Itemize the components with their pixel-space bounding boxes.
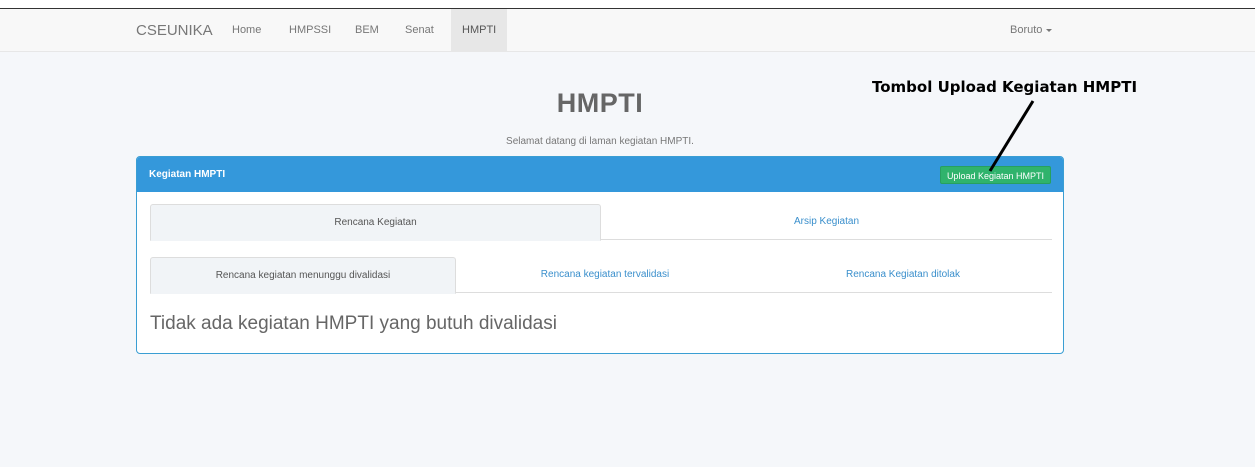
nav-item-home[interactable]: Home	[225, 9, 268, 52]
empty-state-message: Tidak ada kegiatan HMPTI yang butuh diva…	[150, 313, 557, 334]
tab-rencana-kegiatan[interactable]: Rencana Kegiatan	[150, 204, 601, 241]
tab-ditolak[interactable]: Rencana Kegiatan ditolak	[754, 257, 1052, 293]
tab-menunggu-divalidasi[interactable]: Rencana kegiatan menunggu divalidasi	[150, 257, 456, 294]
nav-item-hmpssi[interactable]: HMPSSI	[282, 9, 338, 52]
page-subtitle: Selamat datang di laman kegiatan HMPTI.	[506, 136, 694, 147]
nav-item-hmpti[interactable]: HMPTI	[451, 9, 508, 52]
navbar: CSEUNIKA Home HMPSSI BEM Senat HMPTI Bor…	[0, 9, 1255, 52]
panel-title: Kegiatan HMPTI	[149, 169, 226, 180]
kegiatan-panel: Kegiatan HMPTI Upload Kegiatan HMPTI Ren…	[136, 156, 1064, 354]
brand-link[interactable]: CSEUNIKA	[136, 9, 213, 52]
panel-heading: Kegiatan HMPTI Upload Kegiatan HMPTI	[137, 157, 1063, 192]
nav-item-senat[interactable]: Senat	[398, 9, 441, 52]
tab-arsip-kegiatan[interactable]: Arsip Kegiatan	[601, 204, 1052, 240]
user-menu-dropdown[interactable]: Boruto	[1010, 9, 1053, 52]
caret-down-icon	[1046, 28, 1053, 32]
sub-tabs: Rencana kegiatan menunggu divalidasi Ren…	[150, 257, 1052, 294]
main-tabs: Rencana Kegiatan Arsip Kegiatan	[150, 204, 1052, 241]
annotation-label: Tombol Upload Kegiatan HMPTI	[872, 78, 1138, 96]
nav-item-bem[interactable]: BEM	[348, 9, 386, 52]
user-name: Boruto	[1010, 24, 1043, 36]
upload-kegiatan-button[interactable]: Upload Kegiatan HMPTI	[939, 166, 1051, 184]
tab-tervalidasi[interactable]: Rencana kegiatan tervalidasi	[456, 257, 754, 293]
